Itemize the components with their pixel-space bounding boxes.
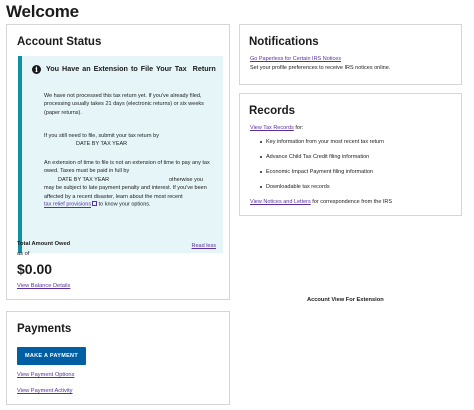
alert-file-by-text: If you still need to file, submit your t… (44, 133, 159, 139)
view-notices-link[interactable]: View Notices and Letters (250, 199, 311, 205)
view-balance-details-link[interactable]: View Balance Details (17, 283, 70, 289)
read-less-link[interactable]: Read less (192, 243, 216, 249)
extension-alert: i You Have an Extension to File Your Tax… (18, 56, 223, 253)
alert-relief-line: tax relief provisions to know your optio… (44, 201, 151, 208)
records-heading: Records (249, 105, 296, 117)
payments-heading: Payments (17, 323, 72, 335)
view-tax-records-link[interactable]: View Tax Records (250, 125, 294, 131)
alert-penalty-text: otherwise you may be subject to late pay… (44, 177, 207, 200)
notifications-card: Notifications Go Paperless for Certain I… (239, 24, 462, 85)
as-of-label: as of (17, 251, 30, 257)
list-item: Downloadable tax records (260, 184, 384, 199)
page-caption: Account View For Extension (307, 297, 384, 303)
view-payment-activity-link[interactable]: View Payment Activity (17, 388, 73, 394)
account-status-heading: Account Status (17, 36, 102, 48)
account-status-card: Account Status i You Have an Extension t… (6, 24, 230, 300)
notices-suffix: for correspondence from the IRS (312, 199, 393, 205)
total-owed-amount: $0.00 (17, 261, 53, 277)
go-paperless-link[interactable]: Go Paperless for Certain IRS Notices (250, 56, 341, 62)
alert-processing-text: We have not processed this tax return ye… (44, 93, 204, 116)
total-owed-label: Total Amount Owed (17, 241, 71, 247)
alert-file-date: DATE BY TAX YEAR (76, 141, 128, 147)
list-item: Key information from your most recent ta… (260, 139, 384, 154)
records-intro-suffix: for: (295, 125, 304, 131)
records-list: Key information from your most recent ta… (260, 139, 384, 199)
info-icon: i (32, 65, 41, 74)
list-item: Advance Child Tax Credit filing informat… (260, 154, 384, 169)
external-link-icon (92, 201, 98, 206)
records-card: Records View Tax Records for: Key inform… (239, 93, 462, 216)
tax-relief-link[interactable]: tax relief provisions (44, 202, 91, 208)
alert-extension-text: An extension of time to file is not an e… (44, 160, 210, 175)
notification-preferences-text: Set your profile preferences to receive … (250, 65, 391, 71)
payments-card: Payments MAKE A PAYMENT View Payment Opt… (6, 311, 230, 405)
make-payment-button[interactable]: MAKE A PAYMENT (17, 347, 86, 365)
records-intro: View Tax Records for: (250, 125, 303, 131)
view-payment-options-link[interactable]: View Payment Options (17, 372, 74, 378)
list-item: Economic Impact Payment filing informati… (260, 169, 384, 184)
notices-line: View Notices and Letters for corresponde… (250, 199, 392, 205)
alert-relief-suffix: to know your options. (98, 201, 151, 208)
page-title: Welcome (6, 2, 79, 21)
notifications-heading: Notifications (249, 36, 319, 48)
alert-title: You Have an Extension to File Your Tax R… (46, 64, 216, 73)
